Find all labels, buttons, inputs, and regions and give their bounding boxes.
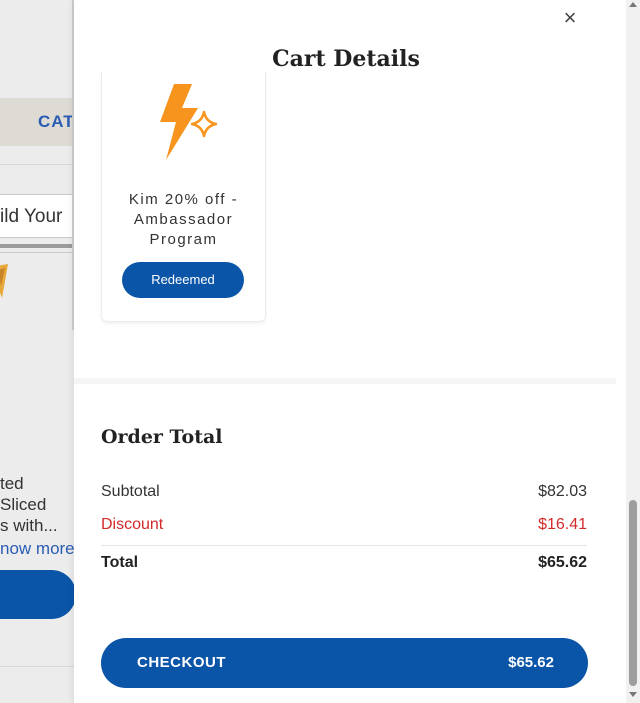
cart-title: Cart Details <box>272 46 420 72</box>
checkout-amount: $65.62 <box>508 654 554 671</box>
close-icon[interactable]: × <box>560 7 580 29</box>
order-total-heading: Order Total <box>101 426 223 448</box>
offer-card: Kim 20% off - Ambassador Program Redeeme… <box>101 72 266 322</box>
checkout-label: CHECKOUT <box>137 654 226 671</box>
total-value: $65.62 <box>538 554 587 571</box>
build-your-label: ild Your <box>0 206 63 227</box>
description-line: ted <box>0 474 24 493</box>
show-more-link[interactable]: now more <box>0 539 75 559</box>
description-line: Sliced <box>0 495 47 514</box>
discount-value: $16.41 <box>538 516 587 533</box>
discount-label: Discount <box>101 516 164 533</box>
offer-title-line: Program <box>149 231 218 248</box>
total-label: Total <box>101 554 139 571</box>
divider <box>0 164 76 165</box>
discount-row: Discount $16.41 <box>101 516 587 538</box>
section-divider <box>74 378 616 384</box>
background-page: CAT ild Your ted Sliced s with... now mo… <box>0 0 76 703</box>
product-image <box>0 264 8 298</box>
divider <box>0 244 76 248</box>
subtotal-row: Subtotal $82.03 <box>101 483 587 505</box>
description-line: s with... <box>0 516 58 535</box>
scroll-down-icon[interactable] <box>629 692 637 697</box>
redeemed-button[interactable]: Redeemed <box>122 262 244 298</box>
offer-title-line: Kim 20% off - <box>128 191 239 208</box>
subtotal-value: $82.03 <box>538 483 587 500</box>
lightning-sparkle-icon <box>160 84 218 160</box>
category-tab[interactable]: CAT <box>38 112 75 132</box>
cart-drawer: × Cart Details Kim 20% off - Ambassador … <box>74 0 640 703</box>
add-to-cart-button[interactable] <box>0 570 76 619</box>
divider <box>0 252 76 253</box>
product-description: ted Sliced s with... <box>0 473 58 536</box>
total-divider <box>101 545 587 546</box>
divider <box>0 666 76 667</box>
total-row: Total $65.62 <box>101 554 587 576</box>
checkout-button[interactable]: CHECKOUT $65.62 <box>101 638 588 688</box>
drawer-scrollbar[interactable] <box>626 0 640 703</box>
scroll-up-icon[interactable] <box>629 2 637 7</box>
offer-title-line: Ambassador <box>133 211 234 228</box>
scrollbar-thumb[interactable] <box>629 500 637 686</box>
subtotal-label: Subtotal <box>101 483 160 500</box>
offer-title: Kim 20% off - Ambassador Program <box>102 190 265 250</box>
